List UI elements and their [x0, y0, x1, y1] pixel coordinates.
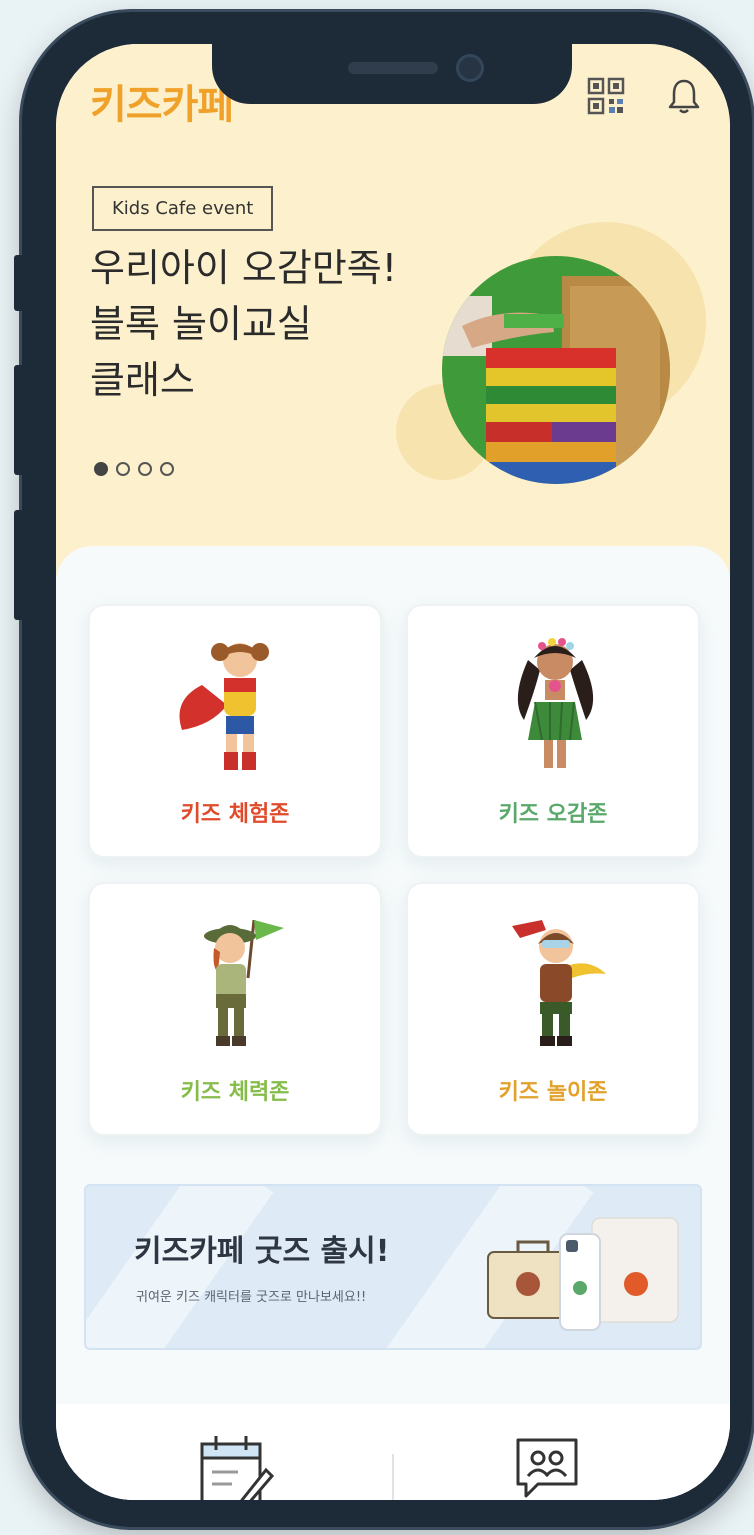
speaker-grill [348, 62, 438, 74]
zone-label: 키즈 체력존 [180, 1080, 290, 1105]
zone-card-experience[interactable]: 키즈 체험존 [88, 604, 382, 858]
bell-icon[interactable] [660, 72, 708, 120]
goods-products-image [487, 1217, 679, 1331]
hero-banner[interactable]: 키즈카페 Kids Cafe event 우리아이 오감만족! 블록 놀이교실 … [56, 44, 730, 604]
hero-title-line-2: 블록 놀이교실 [90, 302, 312, 346]
chat-people-icon[interactable] [512, 1430, 592, 1500]
app-logo[interactable]: 키즈카페 [90, 72, 234, 130]
zone-card-play[interactable]: 키즈 놀이존 [406, 882, 700, 1136]
phone-notch [212, 44, 572, 104]
scout-girl-icon [204, 919, 284, 1046]
hero-title: 우리아이 오감만족! 블록 놀이교실 클래스 [90, 240, 470, 408]
hula-girl-icon [517, 638, 594, 768]
bottom-navigation [56, 1404, 730, 1500]
calendar-pen-icon[interactable] [194, 1430, 275, 1500]
goods-banner[interactable]: 키즈카페 굿즈 출시! 귀여운 키즈 캐릭터를 굿즈로 만나보세요!! [84, 1184, 702, 1350]
block-tower-photo [442, 256, 670, 484]
goods-subtitle: 귀여운 키즈 캐릭터를 굿즈로 만나보세요!! [136, 1290, 367, 1305]
zone-card-senses[interactable]: 키즈 오감존 [406, 604, 700, 858]
zone-label: 키즈 오감존 [498, 802, 608, 827]
volume-up-button [14, 365, 24, 475]
nav-divider [392, 1454, 394, 1500]
carousel-dot-active[interactable] [94, 462, 108, 476]
zone-label: 키즈 놀이존 [498, 1080, 608, 1105]
carousel-dot[interactable] [138, 462, 152, 476]
mute-switch [14, 255, 24, 311]
hero-title-line-1: 우리아이 오감만족! [90, 246, 397, 290]
pilot-boy-icon [512, 920, 606, 1046]
superhero-girl-icon [179, 643, 269, 770]
carousel-dot[interactable] [160, 462, 174, 476]
carousel-indicator [94, 462, 174, 476]
goods-title: 키즈카페 굿즈 출시! [134, 1234, 390, 1269]
zone-card-fitness[interactable]: 키즈 체력존 [88, 882, 382, 1136]
event-tag: Kids Cafe event [92, 186, 274, 231]
app-screen: 키즈카페 Kids Cafe event 우리아이 오감만족! 블록 놀이교실 … [56, 44, 730, 1500]
carousel-dot[interactable] [116, 462, 130, 476]
zone-label: 키즈 체험존 [180, 802, 290, 827]
front-camera [456, 54, 484, 82]
volume-down-button [14, 510, 24, 620]
qr-code-icon[interactable] [582, 72, 630, 120]
